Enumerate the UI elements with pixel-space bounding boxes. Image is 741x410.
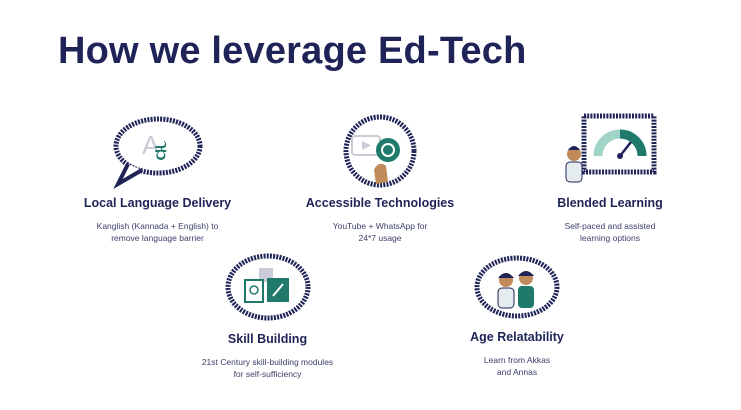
- feature-blended-learning: Blended Learning Self-paced and assisted…: [535, 112, 685, 244]
- feature-local-language: A ಕ Local Language Delivery Kanglish (Ka…: [75, 112, 240, 244]
- feature-age-relatability: Age Relatability Learn from Akkas and An…: [437, 254, 597, 378]
- two-students-icon: [474, 255, 560, 319]
- video-whatsapp-icon: [343, 114, 417, 188]
- skill-cards-icon: [225, 253, 310, 321]
- feature-description: YouTube + WhatsApp for 24*7 usage: [332, 221, 428, 243]
- kannada-glyph: ಕ: [154, 133, 168, 168]
- feature-accessible-tech: Accessible Technologies YouTube + WhatsA…: [300, 112, 460, 244]
- feature-description: 21st Century skill-building modules for …: [201, 357, 334, 379]
- feature-skill-building: Skill Building 21st Century skill-buildi…: [185, 252, 350, 380]
- feature-title: Blended Learning: [557, 196, 663, 210]
- feature-title: Local Language Delivery: [83, 196, 232, 210]
- feature-title: Skill Building: [227, 332, 308, 346]
- feature-title: Age Relatability: [470, 330, 564, 344]
- feature-title: Accessible Technologies: [305, 196, 455, 210]
- feature-description: Kanglish (Kannada + English) to remove l…: [96, 221, 219, 243]
- speech-bubble-kannada-icon: A ಕ: [112, 116, 202, 190]
- page-title: How we leverage Ed-Tech: [58, 30, 527, 72]
- feature-description: Self-paced and assisted learning options: [564, 221, 656, 243]
- dashboard-gauge-icon: [565, 113, 657, 183]
- feature-description: Learn from Akkas and Annas: [483, 355, 551, 377]
